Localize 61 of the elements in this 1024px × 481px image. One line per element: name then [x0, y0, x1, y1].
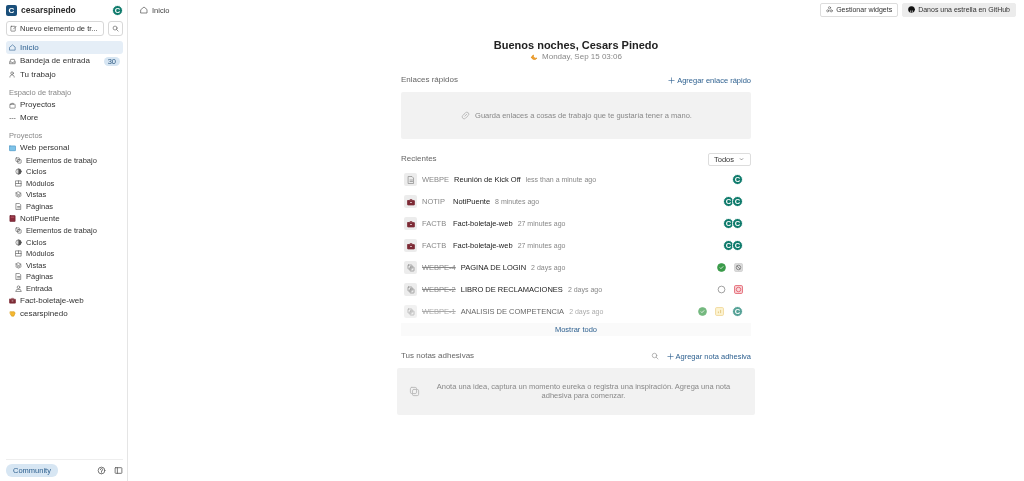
page-icon	[15, 202, 22, 210]
done-status-icon	[698, 307, 707, 317]
layers-icon	[406, 263, 415, 272]
page-icon	[15, 273, 22, 281]
sticky-note-icon	[409, 385, 420, 397]
inbox-icon	[9, 57, 16, 65]
search-icon	[650, 352, 659, 361]
nav-item[interactable]: More	[6, 111, 123, 125]
cycle-icon	[15, 168, 22, 176]
book-icon	[9, 215, 16, 222]
layers-icon	[406, 285, 415, 294]
urgent-priority-icon	[734, 285, 743, 295]
section-title: Enlaces rápidos	[401, 75, 458, 86]
widgets-icon	[826, 6, 834, 14]
intake-icon	[15, 284, 22, 292]
date-time: Monday, Sep 15 03:06	[542, 52, 622, 62]
medium-priority-icon	[715, 307, 724, 317]
user-icon	[9, 71, 16, 78]
briefcase-icon	[9, 101, 16, 109]
cycle-icon	[15, 238, 22, 246]
briefcase-icon	[406, 219, 415, 228]
grid-icon	[15, 179, 22, 187]
project-item[interactable]: cesarspinedo	[6, 307, 123, 320]
layers-icon	[406, 307, 415, 316]
layers-icon	[15, 156, 22, 164]
stack-icon	[15, 191, 22, 199]
sidebar-toggle-icon	[114, 466, 123, 475]
page-icon	[406, 175, 415, 184]
section-title: Recientes	[401, 154, 437, 165]
briefcase-icon	[406, 197, 415, 206]
search-button[interactable]	[108, 21, 123, 36]
section-title: Tus notas adhesivas	[401, 351, 475, 362]
search-icon	[112, 25, 119, 32]
home-icon	[9, 44, 16, 51]
project-item[interactable]: Web personal	[6, 141, 123, 155]
project-item[interactable]: NotiPuente	[6, 212, 123, 225]
layers-icon	[15, 227, 22, 235]
nav-item[interactable]: Proyectos	[6, 98, 123, 112]
github-icon	[908, 6, 916, 14]
help-icon	[97, 466, 106, 475]
home-icon	[140, 6, 148, 14]
workspace-logo[interactable]: C	[6, 5, 17, 16]
pointing-hand-icon	[9, 310, 16, 317]
done-status-icon	[717, 263, 726, 273]
todo-status-icon	[717, 285, 726, 295]
plus-icon	[666, 352, 674, 360]
briefcase-icon	[9, 297, 16, 304]
no-priority-icon	[734, 263, 743, 273]
workspace-name[interactable]: cesarspinedo	[21, 5, 76, 16]
monitor-icon	[9, 144, 16, 152]
caret-icon	[738, 155, 745, 163]
stack-icon	[15, 261, 22, 269]
link-icon	[460, 109, 472, 121]
nav-item[interactable]: Inicio	[6, 41, 123, 54]
project-item[interactable]: Fact-boletaje-web	[6, 294, 123, 307]
nav-item[interactable]: Tu trabajo	[6, 68, 123, 81]
moon-icon	[530, 53, 539, 61]
plus-icon	[668, 76, 676, 84]
grid-icon	[15, 250, 22, 258]
greeting-title: Buenos noches, Cesars Pinedo	[492, 39, 660, 53]
briefcase-icon	[406, 241, 415, 250]
